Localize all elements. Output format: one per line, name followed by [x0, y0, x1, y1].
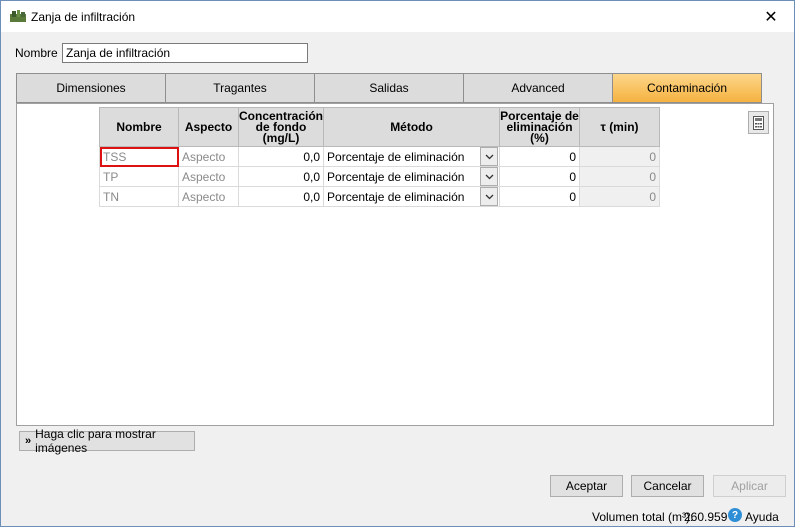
- pollutant-grid: Nombre Aspecto Concentración de fondo (m…: [99, 107, 661, 207]
- cell-tau: 0: [579, 166, 661, 187]
- cell-concentracion[interactable]: 0,0: [237, 166, 325, 187]
- table-row: TP Aspecto 0,0 Porcentaje de eliminación…: [99, 166, 661, 187]
- dropdown-button[interactable]: [480, 187, 499, 206]
- cell-concentracion[interactable]: 0,0: [237, 146, 325, 167]
- app-icon: [10, 10, 26, 22]
- tab-contaminacion[interactable]: Contaminación: [612, 73, 762, 103]
- cancel-button[interactable]: Cancelar: [631, 475, 704, 497]
- tab-strip: Dimensiones Tragantes Salidas Advanced C…: [16, 73, 762, 103]
- cell-aspecto[interactable]: Aspecto: [178, 146, 239, 167]
- dropdown-button[interactable]: [480, 167, 499, 186]
- tab-dimensiones[interactable]: Dimensiones: [16, 73, 165, 103]
- tab-advanced[interactable]: Advanced: [463, 73, 612, 103]
- cell-concentracion[interactable]: 0,0: [237, 186, 325, 207]
- name-input[interactable]: [62, 43, 308, 63]
- cell-aspecto[interactable]: Aspecto: [178, 186, 239, 207]
- chevron-down-icon: [485, 154, 493, 159]
- table-row: TN Aspecto 0,0 Porcentaje de eliminación…: [99, 186, 661, 207]
- cell-nombre[interactable]: TN: [99, 186, 179, 207]
- close-icon: ✕: [764, 8, 778, 26]
- table-row: TSS Aspecto 0,0 Porcentaje de eliminació…: [99, 146, 661, 167]
- accept-button[interactable]: Aceptar: [550, 475, 623, 497]
- header-nombre[interactable]: Nombre: [99, 107, 179, 147]
- chevron-down-icon: [485, 174, 493, 179]
- header-aspecto[interactable]: Aspecto: [178, 107, 239, 147]
- cell-tau: 0: [579, 186, 661, 207]
- help-link[interactable]: Ayuda: [745, 510, 779, 524]
- header-porcentaje[interactable]: Porcentaje de eliminación (%): [499, 107, 581, 147]
- cell-aspecto[interactable]: Aspecto: [178, 166, 239, 187]
- volume-value: 260.959: [684, 510, 728, 524]
- apply-button[interactable]: Aplicar: [713, 475, 786, 497]
- header-tau[interactable]: τ (min): [579, 107, 661, 147]
- cell-nombre[interactable]: TP: [99, 166, 179, 187]
- show-images-button[interactable]: » Haga clic para mostrar imágenes: [19, 427, 195, 455]
- cell-metodo[interactable]: Porcentaje de eliminación: [323, 166, 501, 187]
- calculator-icon: [753, 115, 764, 130]
- calculator-button[interactable]: [748, 111, 769, 134]
- header-concentracion[interactable]: Concentración de fondo (mg/L): [237, 107, 325, 147]
- name-label: Nombre: [15, 46, 58, 60]
- volume-label: Volumen total (m³):: [592, 510, 694, 524]
- chevron-down-icon: [485, 194, 493, 199]
- dropdown-button[interactable]: [480, 147, 499, 166]
- title-bar: Zanja de infiltración ✕: [1, 1, 794, 32]
- cell-metodo[interactable]: Porcentaje de eliminación: [323, 146, 501, 167]
- cell-metodo[interactable]: Porcentaje de eliminación: [323, 186, 501, 207]
- cell-nombre[interactable]: TSS: [99, 146, 179, 167]
- metodo-value: Porcentaje de eliminación: [327, 149, 465, 164]
- metodo-value: Porcentaje de eliminación: [327, 189, 465, 204]
- double-chevron-down-icon: »: [25, 435, 32, 447]
- tab-tragantes[interactable]: Tragantes: [165, 73, 314, 103]
- cell-porcentaje[interactable]: 0: [499, 166, 581, 187]
- cell-tau: 0: [579, 146, 661, 167]
- show-images-label: Haga clic para mostrar imágenes: [35, 427, 156, 455]
- cell-porcentaje[interactable]: 0: [499, 186, 581, 207]
- tab-salidas[interactable]: Salidas: [314, 73, 463, 103]
- close-button[interactable]: ✕: [748, 1, 794, 32]
- help-icon[interactable]: ?: [728, 508, 742, 522]
- metodo-value: Porcentaje de eliminación: [327, 169, 465, 184]
- header-metodo[interactable]: Método: [323, 107, 501, 147]
- window-title: Zanja de infiltración: [31, 10, 136, 24]
- cell-porcentaje[interactable]: 0: [499, 146, 581, 167]
